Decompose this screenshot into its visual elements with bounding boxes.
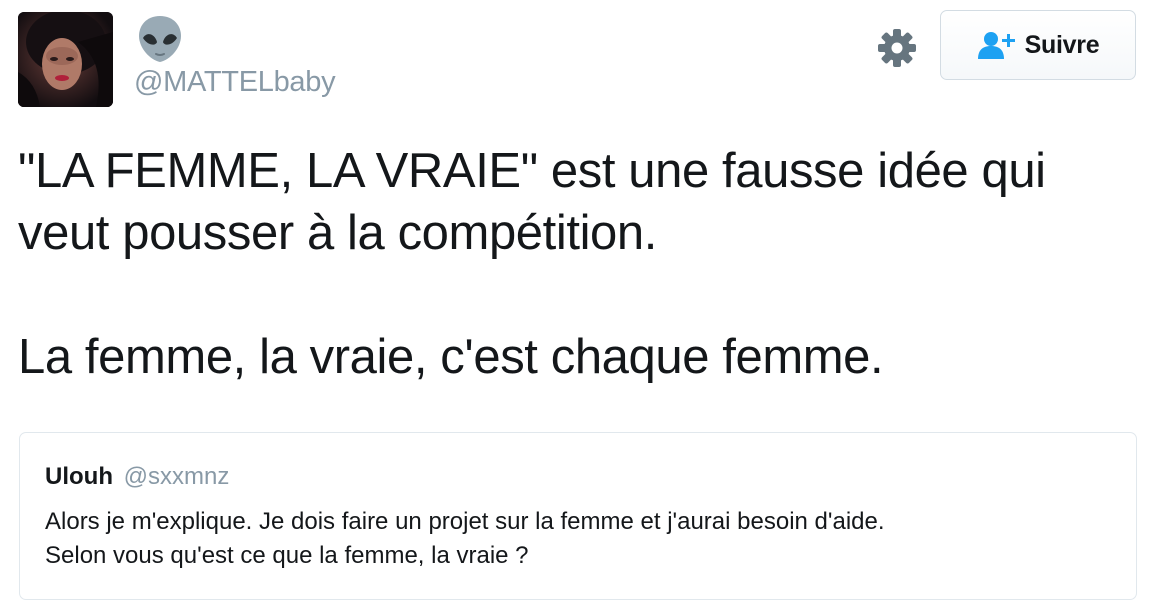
author-handle[interactable]: @MATTELbaby bbox=[134, 66, 336, 99]
quoted-tweet-line: Alors je m'explique. Je dois faire un pr… bbox=[45, 508, 885, 535]
tweet-text: "LA FEMME, LA VRAIE" est une fausse idée… bbox=[18, 140, 1138, 388]
tweet-paragraph: La femme, la vraie, c'est chaque femme. bbox=[18, 330, 884, 384]
quoted-tweet-card[interactable]: Ulouh @sxxmnz Alors je m'explique. Je do… bbox=[19, 432, 1137, 600]
follow-button[interactable]: Suivre bbox=[940, 10, 1136, 80]
alien-emoji-icon bbox=[136, 14, 184, 64]
quoted-tweet-header: Ulouh @sxxmnz bbox=[45, 463, 229, 491]
avatar[interactable] bbox=[18, 12, 113, 107]
quoted-author-handle: @sxxmnz bbox=[123, 463, 230, 490]
gear-icon[interactable] bbox=[877, 28, 917, 68]
quoted-author-name: Ulouh bbox=[45, 463, 113, 490]
follow-label: Suivre bbox=[1024, 30, 1100, 59]
add-user-icon bbox=[977, 32, 1015, 59]
tweet-paragraph: "LA FEMME, LA VRAIE" est une fausse idée… bbox=[18, 144, 1046, 260]
quoted-tweet-text: Alors je m'explique. Je dois faire un pr… bbox=[45, 505, 1115, 573]
quoted-tweet-line: Selon vous qu'est ce que la femme, la vr… bbox=[45, 542, 529, 569]
